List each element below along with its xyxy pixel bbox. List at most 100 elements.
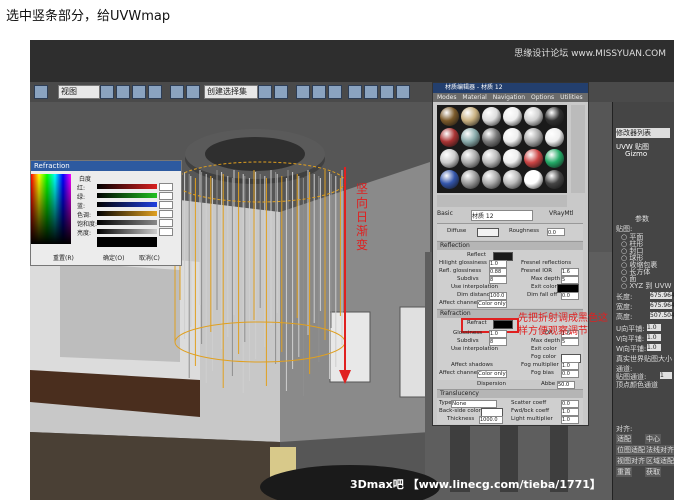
abbe-spinner[interactable]: 50.0 — [557, 381, 575, 389]
params-header[interactable]: 参数 — [635, 214, 649, 224]
mapping-option-radio[interactable]: ○ XYZ 到 UVW — [621, 281, 671, 291]
material-editor-window[interactable]: 材质编辑器 - 材质 12 Modes Material Navigation … — [432, 82, 589, 426]
channel-spinner[interactable] — [159, 183, 173, 191]
material-slot[interactable] — [461, 128, 480, 147]
align-icon[interactable] — [274, 85, 288, 99]
translucency-header[interactable]: Translucency — [437, 390, 583, 398]
refr-max-depth-spinner[interactable]: 5 — [561, 338, 579, 346]
fog-mult-spinner[interactable]: 1.0 — [561, 362, 579, 370]
align-button[interactable]: 法线对齐 — [645, 445, 674, 455]
material-slot[interactable] — [461, 149, 480, 168]
diffuse-swatch[interactable] — [477, 228, 499, 237]
material-slot[interactable] — [440, 128, 459, 147]
material-name-field[interactable]: 材质 12 — [471, 210, 533, 221]
material-slot[interactable] — [524, 128, 543, 147]
selection-set-dropdown[interactable]: 创建选择集 — [204, 85, 258, 99]
fog-bias-spinner[interactable]: 0.0 — [561, 370, 579, 378]
channel-spinner[interactable] — [159, 192, 173, 200]
material-slot[interactable] — [440, 170, 459, 189]
menu-utilities[interactable]: Utilities — [560, 94, 583, 101]
snap-icon[interactable] — [170, 85, 184, 99]
menu-material[interactable]: Material — [462, 94, 486, 101]
real-world-checkbox[interactable]: 真实世界贴图大小 — [616, 354, 672, 364]
refl-gloss-spinner[interactable]: 0.88 — [489, 268, 507, 276]
channel-slider[interactable] — [97, 193, 157, 198]
fwd-bck-spinner[interactable]: 1.0 — [561, 408, 579, 416]
scale-icon[interactable] — [148, 85, 162, 99]
type-dropdown[interactable]: None — [451, 400, 497, 408]
map-channel-field[interactable]: 1 — [660, 372, 672, 379]
material-editor-icon[interactable] — [348, 85, 362, 99]
undo-icon[interactable] — [34, 85, 48, 99]
modifier-stack-gizmo[interactable]: Gizmo — [625, 150, 647, 158]
render-setup-icon[interactable] — [364, 85, 378, 99]
curve-editor-icon[interactable] — [312, 85, 326, 99]
material-slot[interactable] — [524, 107, 543, 126]
menu-navigation[interactable]: Navigation — [493, 94, 525, 101]
dim-falloff-spinner[interactable]: 0.0 — [561, 292, 579, 300]
align-button[interactable]: 中心 — [645, 434, 661, 444]
material-slot[interactable] — [482, 149, 501, 168]
material-slot[interactable] — [482, 170, 501, 189]
fresnel-label[interactable]: Fresnel reflections — [521, 260, 571, 266]
align-button[interactable]: 获取 — [645, 467, 661, 477]
hilight-spinner[interactable]: 1.0 — [489, 260, 507, 268]
align-button[interactable]: 区域适配 — [645, 456, 674, 466]
material-type-button[interactable]: VRayMtl — [549, 210, 574, 217]
v-tile-field[interactable]: 1.0 — [647, 334, 661, 341]
channel-spinner[interactable] — [159, 210, 173, 218]
light-mult-spinner[interactable]: 1.0 — [561, 416, 579, 424]
u-tile-field[interactable]: 1.0 — [647, 324, 661, 331]
align-button[interactable]: 位图适配 — [616, 445, 646, 455]
reflection-header[interactable]: Reflection — [437, 242, 583, 250]
material-slot[interactable] — [482, 128, 501, 147]
use-interp-label[interactable]: Use interpolation — [451, 284, 498, 290]
material-slot[interactable] — [440, 149, 459, 168]
material-slot[interactable] — [503, 107, 522, 126]
channel-spinner[interactable] — [159, 228, 173, 236]
rotate-icon[interactable] — [132, 85, 146, 99]
view-dropdown[interactable]: 视图 — [58, 85, 100, 99]
width-field[interactable]: 675.964 — [650, 302, 674, 309]
material-slot[interactable] — [503, 128, 522, 147]
glossiness-spinner[interactable]: 1.0 — [489, 330, 507, 338]
material-slot[interactable] — [524, 170, 543, 189]
max-depth-spinner[interactable]: 5 — [561, 276, 579, 284]
hue-gradient[interactable] — [31, 174, 71, 244]
thickness-spinner[interactable]: 1000.0 — [479, 416, 503, 424]
material-slot[interactable] — [461, 107, 480, 126]
move-icon[interactable] — [116, 85, 130, 99]
material-slot[interactable] — [545, 149, 564, 168]
affect-channels-dropdown[interactable]: Color only — [477, 300, 507, 308]
material-slot[interactable] — [545, 128, 564, 147]
align-button[interactable]: 视图对齐 — [616, 456, 646, 466]
ok-button[interactable]: 确定(O) — [103, 253, 124, 262]
channel-slider[interactable] — [97, 220, 157, 225]
height-field[interactable]: 507.504 — [650, 312, 674, 319]
menu-modes[interactable]: Modes — [437, 94, 456, 101]
roughness-spinner[interactable]: 0.0 — [547, 228, 565, 236]
angle-snap-icon[interactable] — [186, 85, 200, 99]
reset-button[interactable]: 重置(R) — [53, 253, 74, 262]
channel-spinner[interactable] — [159, 201, 173, 209]
layer-icon[interactable] — [296, 85, 310, 99]
material-slot[interactable] — [440, 107, 459, 126]
refr-use-interp-label[interactable]: Use interpolation — [451, 346, 498, 352]
refr-affect-channels-dropdown[interactable]: Color only — [477, 370, 507, 378]
align-button[interactable]: 重置 — [616, 467, 632, 477]
material-slot[interactable] — [524, 149, 543, 168]
channel-slider[interactable] — [97, 211, 157, 216]
menu-options[interactable]: Options — [531, 94, 554, 101]
affect-shadows-label[interactable]: Affect shadows — [451, 362, 493, 368]
length-field[interactable]: 675.964 — [650, 292, 674, 299]
schematic-icon[interactable] — [328, 85, 342, 99]
mirror-icon[interactable] — [258, 85, 272, 99]
channel-slider[interactable] — [97, 229, 157, 234]
align-button[interactable]: 适配 — [616, 434, 632, 444]
scatter-spinner[interactable]: 0.0 — [561, 400, 579, 408]
channel-spinner[interactable] — [159, 219, 173, 227]
dispersion-label[interactable]: Dispersion — [477, 381, 506, 387]
fresnel-ior-spinner[interactable]: 1.6 — [561, 268, 579, 276]
cancel-button[interactable]: 取消(C) — [139, 253, 160, 262]
w-tile-field[interactable]: 1.0 — [647, 344, 661, 351]
